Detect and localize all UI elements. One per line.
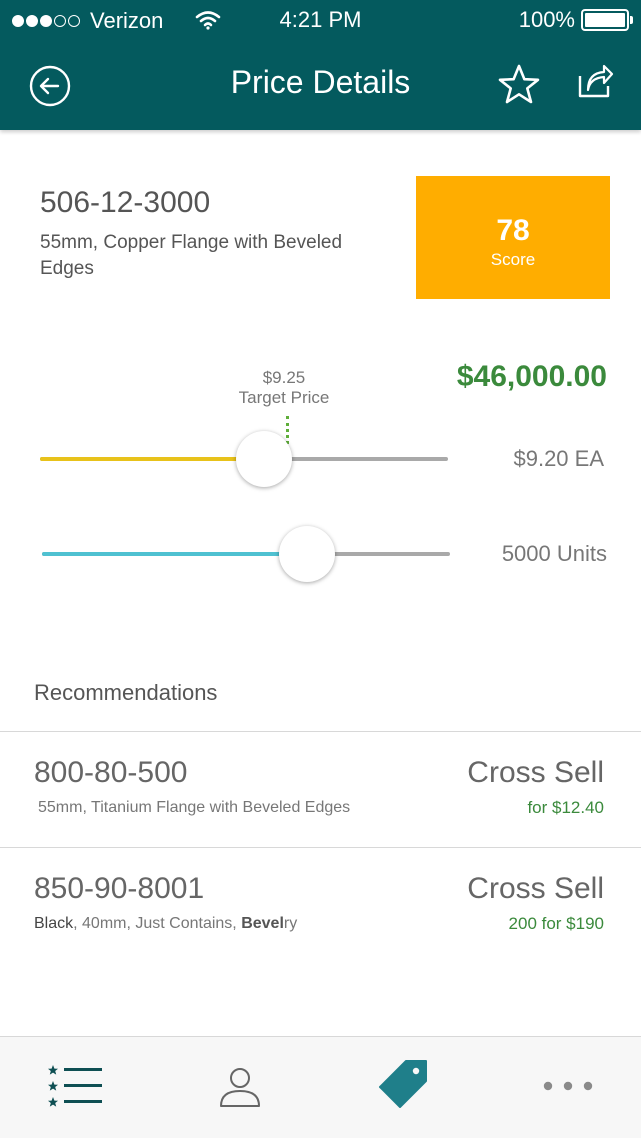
divider: [0, 731, 641, 732]
more-icon: [543, 1081, 593, 1091]
tab-profile[interactable]: [160, 1037, 320, 1137]
divider: [0, 847, 641, 848]
app-header: Verizon 4:21 PM 100% Price Details: [0, 0, 641, 130]
unit-price-readout: $9.20 EA: [513, 446, 604, 471]
units-slider-fill: [42, 552, 308, 556]
recommendation-description: Black, 40mm, Just Contains, Bevelry: [34, 915, 297, 933]
price-slider-fill: [40, 457, 265, 461]
tab-pricing[interactable]: [320, 1037, 480, 1137]
price-slider-knob[interactable]: [236, 431, 293, 487]
battery-status: 100%: [518, 7, 633, 33]
units-slider-knob[interactable]: [279, 526, 336, 582]
units-readout: 5000 Units: [501, 541, 607, 566]
target-price-marker: [286, 416, 289, 444]
target-price-label: Target Price: [238, 388, 330, 407]
page-title: Price Details: [230, 64, 411, 100]
profile-icon: [220, 1068, 260, 1107]
recommendation-offer: for $12.40: [527, 798, 604, 817]
score-value: 78: [496, 214, 530, 247]
battery-icon: [581, 9, 633, 31]
status-bar: Verizon 4:21 PM 100%: [0, 0, 641, 42]
battery-percent: 100%: [518, 7, 575, 32]
description-part: , 40mm, Just Contains,: [73, 915, 242, 932]
share-icon[interactable]: [574, 62, 614, 102]
score-badge: 78 Score: [416, 176, 610, 299]
product-id: 506-12-3000: [40, 186, 211, 219]
product-description: 55mm, Copper Flange with Beveled Edges: [40, 232, 343, 279]
target-price-value: $9.25: [262, 368, 306, 387]
price-tag-icon: [379, 1060, 427, 1108]
star-icon[interactable]: [497, 63, 541, 107]
tab-bar: [0, 1036, 641, 1138]
recommendation-id: 850-90-8001: [34, 872, 205, 905]
tab-more[interactable]: [480, 1037, 641, 1137]
description-part: Bevel: [241, 915, 284, 932]
recommendation-type: Cross Sell: [467, 872, 604, 905]
list-icon: [48, 1065, 102, 1107]
recommendation-description: 55mm, Titanium Flange with Beveled Edges: [38, 799, 351, 816]
recommendation-offer: 200 for $190: [508, 914, 604, 933]
description-part: ry: [283, 915, 298, 932]
total-price: $46,000.00: [456, 360, 607, 393]
recommendation-id: 800-80-500: [34, 756, 188, 789]
recommendations-title: Recommendations: [34, 680, 218, 705]
score-label: Score: [490, 250, 536, 269]
recommendation-type: Cross Sell: [467, 756, 604, 789]
tab-list[interactable]: [0, 1037, 160, 1137]
description-part: Black: [34, 915, 74, 932]
